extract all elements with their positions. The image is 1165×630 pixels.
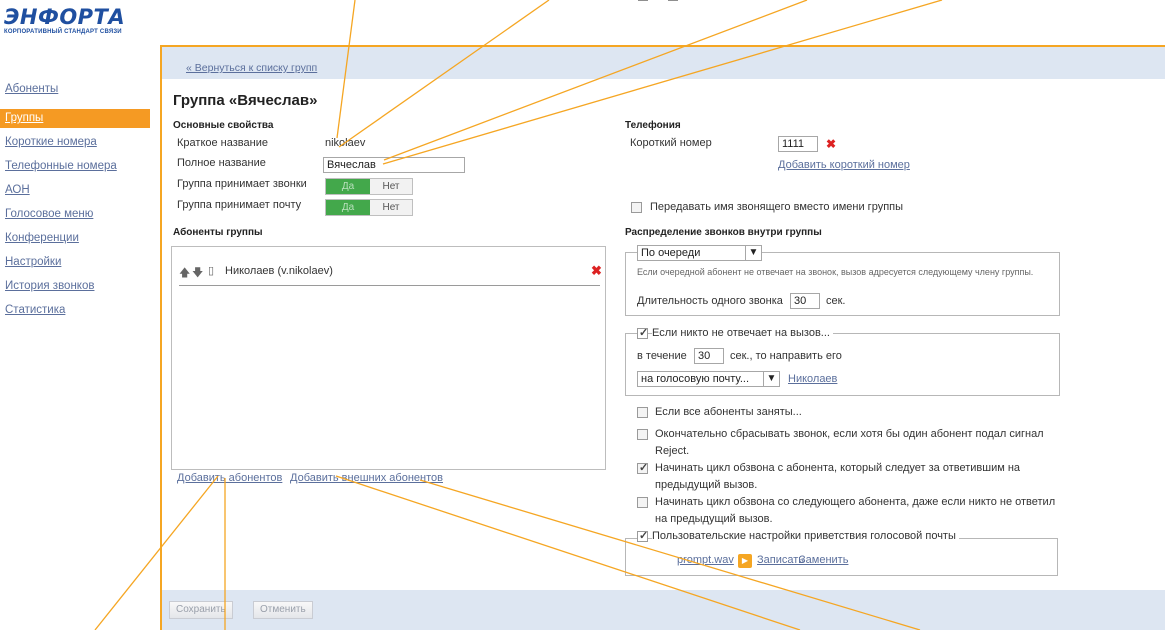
basic-properties-title: Основные свойства [173,120,274,131]
within-seconds-input[interactable] [694,348,724,364]
reject-label-line1: Окончательно сбрасывать звонок, если хот… [655,428,1044,440]
within-label: в течение [637,350,687,362]
accepts-calls-no[interactable]: Нет [370,179,412,194]
remove-short-number-icon[interactable]: ✖ [826,137,836,151]
logo: ЭНФОРТА КОРПОРАТИВНЫЙ СТАНДАРТ СВЯЗИ [4,6,125,35]
add-short-number-link[interactable]: Добавить короткий номер [778,159,910,171]
ring-duration-label: Длительность одного звонка [637,295,783,307]
group-members-title: Абоненты группы [173,227,263,238]
short-number-input[interactable] [778,136,818,152]
record-link[interactable]: Записать [757,554,804,566]
redirect-user-link[interactable]: Николаев [788,373,837,385]
accepts-calls-label: Группа принимает звонки [177,178,307,190]
accepts-mail-label: Группа принимает почту [177,199,302,211]
replace-link[interactable]: Заменить [799,554,848,566]
play-icon[interactable]: ▶ [738,554,752,568]
logo-tagline: КОРПОРАТИВНЫЙ СТАНДАРТ СВЯЗИ [4,29,122,35]
cycle-after-answered-line2: предыдущий вызов. [655,479,758,491]
then-redirect-label: сек., то направить его [730,350,842,362]
distribution-title: Распределение звонков внутри группы [625,227,822,238]
redirect-target-value: на голосовую почту... [641,373,749,385]
accepts-calls-yes[interactable]: Да [326,179,370,194]
sidebar-item-statistics[interactable]: Статистика [0,301,150,325]
sidebar-nav: Абоненты Группы Короткие номера Телефонн… [0,80,150,325]
telephony-title: Телефония [625,120,681,131]
accepts-mail-no[interactable]: Нет [370,200,412,215]
sidebar-item-conferences[interactable]: Конференции [0,229,150,253]
distribution-mode-note: Если очередной абонент не отвечает на зв… [637,267,1034,277]
sidebar-item-phone-numbers[interactable]: Телефонные номера [0,157,150,181]
mobile-phone-icon: ▯ [208,265,215,277]
cycle-next-checkbox[interactable] [637,497,648,508]
accepts-mail-yes[interactable]: Да [326,200,370,215]
all-busy-label: Если все абоненты заняты... [655,406,802,418]
cancel-button[interactable]: Отменить [253,601,313,619]
chevron-down-icon: ▼ [763,372,779,386]
list-item: 🡅 🡇 ▯ Николаев (v.nikolaev) ✖ [179,262,602,286]
cycle-next-line2: на предыдущий вызов. [655,513,773,525]
sidebar-item-voice-menu[interactable]: Голосовое меню [0,205,150,229]
redirect-target-select[interactable]: на голосовую почту... ▼ [637,371,780,387]
custom-greeting-label: Пользовательские настройки приветствия г… [652,530,959,542]
ring-duration-input[interactable] [790,293,820,309]
reject-checkbox[interactable] [637,429,648,440]
no-answer-label: Если никто не отвечает на вызов... [652,327,833,339]
members-list: 🡅 🡇 ▯ Николаев (v.nikolaev) ✖ [171,246,606,470]
reject-label-line2: Reject. [655,445,690,457]
full-name-input[interactable] [323,157,465,173]
accepts-calls-toggle[interactable]: Да Нет [325,178,413,195]
cycle-after-answered-checkbox[interactable] [637,461,648,474]
remove-member-icon[interactable]: ✖ [591,263,602,279]
sidebar-item-groups[interactable]: Группы [0,109,150,128]
cycle-next-line1: Начинать цикл обзвона со следующего абон… [655,496,1056,508]
prompt-file-link[interactable]: prompt.wav [677,554,734,566]
add-external-members-link[interactable]: Добавить внешних абонентов [290,472,443,484]
short-number-label: Короткий номер [630,137,712,149]
ring-duration-unit: сек. [826,295,846,307]
sidebar-item-settings[interactable]: Настройки [0,253,150,277]
add-members-link[interactable]: Добавить абонентов [177,472,282,484]
sidebar-item-short-numbers[interactable]: Короткие номера [0,133,150,157]
move-down-icon[interactable]: 🡇 [192,264,203,283]
cycle-after-answered-line1: Начинать цикл обзвона с абонента, которы… [655,462,1021,474]
custom-greeting-checkbox[interactable] [637,529,648,542]
distribution-mode-select[interactable]: По очереди ▼ [637,245,762,261]
bottom-bar: Сохранить Отменить [162,590,1165,630]
sidebar-item-subscribers[interactable]: Абоненты [0,80,150,104]
no-answer-checkbox[interactable] [637,326,648,339]
all-busy-checkbox[interactable] [637,407,648,418]
short-name-value: nikolaev [325,137,366,149]
chevron-down-icon: ▼ [745,246,761,260]
short-name-label: Краткое название [177,137,268,149]
accepts-mail-toggle[interactable]: Да Нет [325,199,413,216]
back-to-groups-link[interactable]: « Вернуться к списку групп [186,62,317,74]
pass-caller-name-checkbox[interactable] [631,202,642,213]
sidebar-item-call-history[interactable]: История звонков [0,277,150,301]
full-name-label: Полное название [177,157,266,169]
page-title: Группа «Вячеслав» [173,92,318,109]
move-up-icon[interactable]: 🡅 [179,264,190,283]
distribution-mode-value: По очереди [641,247,701,259]
top-bar: « Вернуться к списку групп [162,47,1165,79]
sidebar-item-caller-id[interactable]: АОН [0,181,150,205]
member-name: Николаев (v.nikolaev) [225,265,333,277]
pass-caller-name-label: Передавать имя звонящего вместо имени гр… [650,201,904,213]
logo-text: ЭНФОРТА [4,5,126,29]
save-button[interactable]: Сохранить [169,601,233,619]
